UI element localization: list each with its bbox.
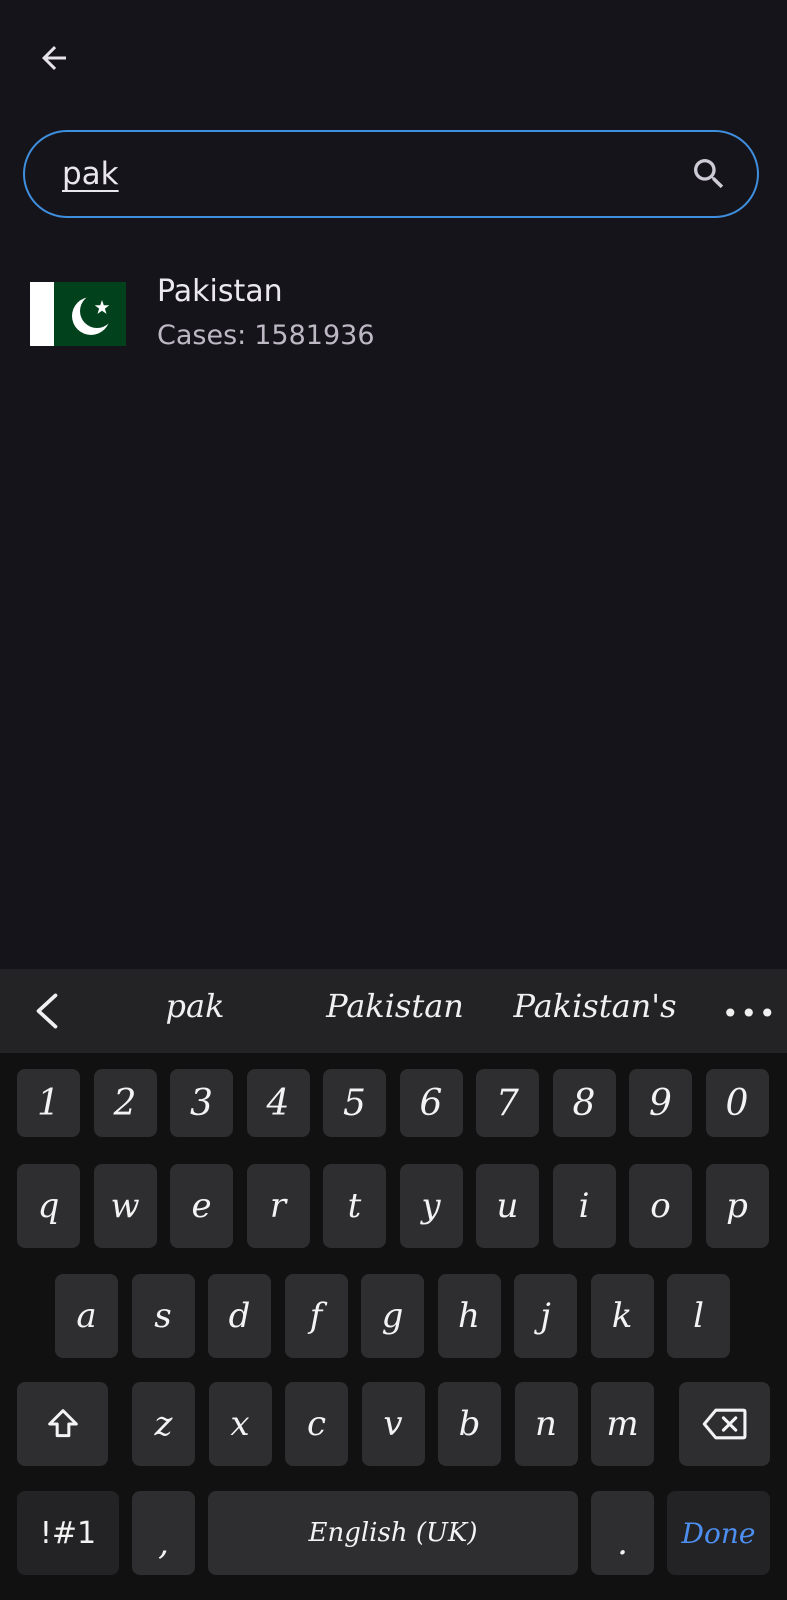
letter-key[interactable]: g bbox=[361, 1274, 424, 1358]
letter-key[interactable]: q bbox=[17, 1164, 80, 1248]
chevron-left-icon[interactable] bbox=[30, 991, 64, 1031]
letter-key[interactable]: p bbox=[705, 1164, 769, 1248]
letter-key[interactable]: n bbox=[514, 1382, 578, 1466]
number-key[interactable]: 3 bbox=[170, 1069, 233, 1137]
letter-key[interactable]: c bbox=[285, 1382, 348, 1466]
suggestion-3[interactable]: Pakistan's bbox=[500, 987, 690, 1025]
letter-key[interactable]: y bbox=[399, 1164, 463, 1248]
letter-key[interactable]: o bbox=[629, 1164, 692, 1248]
more-options-icon[interactable]: ••• bbox=[722, 997, 778, 1030]
letter-key[interactable]: f bbox=[284, 1274, 348, 1358]
shift-icon bbox=[47, 1409, 78, 1438]
number-key[interactable]: 0 bbox=[705, 1069, 769, 1137]
letter-key[interactable]: l bbox=[667, 1274, 730, 1358]
number-key[interactable]: 7 bbox=[476, 1069, 539, 1137]
done-key[interactable]: Done bbox=[667, 1491, 770, 1575]
shift-key[interactable] bbox=[17, 1382, 108, 1466]
letter-key[interactable]: r bbox=[246, 1164, 310, 1248]
letter-key[interactable]: v bbox=[361, 1382, 425, 1466]
country-name: Pakistan bbox=[157, 274, 283, 309]
number-key[interactable]: 8 bbox=[552, 1069, 616, 1137]
number-key[interactable]: 6 bbox=[399, 1069, 463, 1137]
suggestion-2[interactable]: Pakistan bbox=[300, 987, 490, 1025]
period-key[interactable]: . bbox=[591, 1491, 654, 1575]
letter-key[interactable]: t bbox=[323, 1164, 386, 1248]
number-key[interactable]: 5 bbox=[323, 1069, 386, 1137]
letter-key[interactable]: s bbox=[131, 1274, 195, 1358]
list-item[interactable]: Pakistan Cases: 1581936 bbox=[0, 262, 787, 362]
back-button[interactable] bbox=[30, 34, 78, 82]
letter-key[interactable]: x bbox=[208, 1382, 272, 1466]
number-key[interactable]: 9 bbox=[629, 1069, 692, 1137]
cases-value: 1581936 bbox=[254, 320, 375, 351]
letter-key[interactable]: e bbox=[170, 1164, 233, 1248]
search-input[interactable]: pak bbox=[62, 156, 119, 192]
letter-key[interactable]: h bbox=[437, 1274, 501, 1358]
backspace-icon bbox=[702, 1408, 746, 1440]
number-key[interactable]: 4 bbox=[246, 1069, 310, 1137]
cases-label: Cases: bbox=[157, 320, 247, 351]
search-icon[interactable] bbox=[689, 154, 729, 194]
symbols-key[interactable]: !#1 bbox=[17, 1491, 119, 1575]
pakistan-flag-icon bbox=[30, 282, 126, 346]
arrow-left-icon bbox=[42, 46, 66, 70]
suggestion-1[interactable]: pak bbox=[130, 987, 260, 1025]
letter-key[interactable]: k bbox=[590, 1274, 654, 1358]
letter-key[interactable]: w bbox=[93, 1164, 157, 1248]
keyboard: pak Pakistan Pakistan's ••• 1234567890qw… bbox=[0, 969, 787, 1600]
number-key[interactable]: 1 bbox=[17, 1069, 80, 1137]
space-key[interactable]: English (UK) bbox=[208, 1491, 578, 1575]
comma-key[interactable]: , bbox=[132, 1491, 195, 1575]
backspace-key[interactable] bbox=[679, 1382, 770, 1466]
country-cases: Cases: 1581936 bbox=[157, 320, 375, 351]
letter-key[interactable]: u bbox=[476, 1164, 539, 1248]
number-key[interactable]: 2 bbox=[93, 1069, 157, 1137]
letter-key[interactable]: a bbox=[55, 1274, 118, 1358]
letter-key[interactable]: i bbox=[552, 1164, 616, 1248]
letter-key[interactable]: z bbox=[132, 1382, 195, 1466]
letter-key[interactable]: j bbox=[514, 1274, 577, 1358]
letter-key[interactable]: b bbox=[438, 1382, 501, 1466]
search-field[interactable]: pak bbox=[23, 130, 759, 218]
letter-key[interactable]: m bbox=[591, 1382, 654, 1466]
suggestion-bar: pak Pakistan Pakistan's ••• bbox=[0, 969, 787, 1053]
letter-key[interactable]: d bbox=[208, 1274, 271, 1358]
